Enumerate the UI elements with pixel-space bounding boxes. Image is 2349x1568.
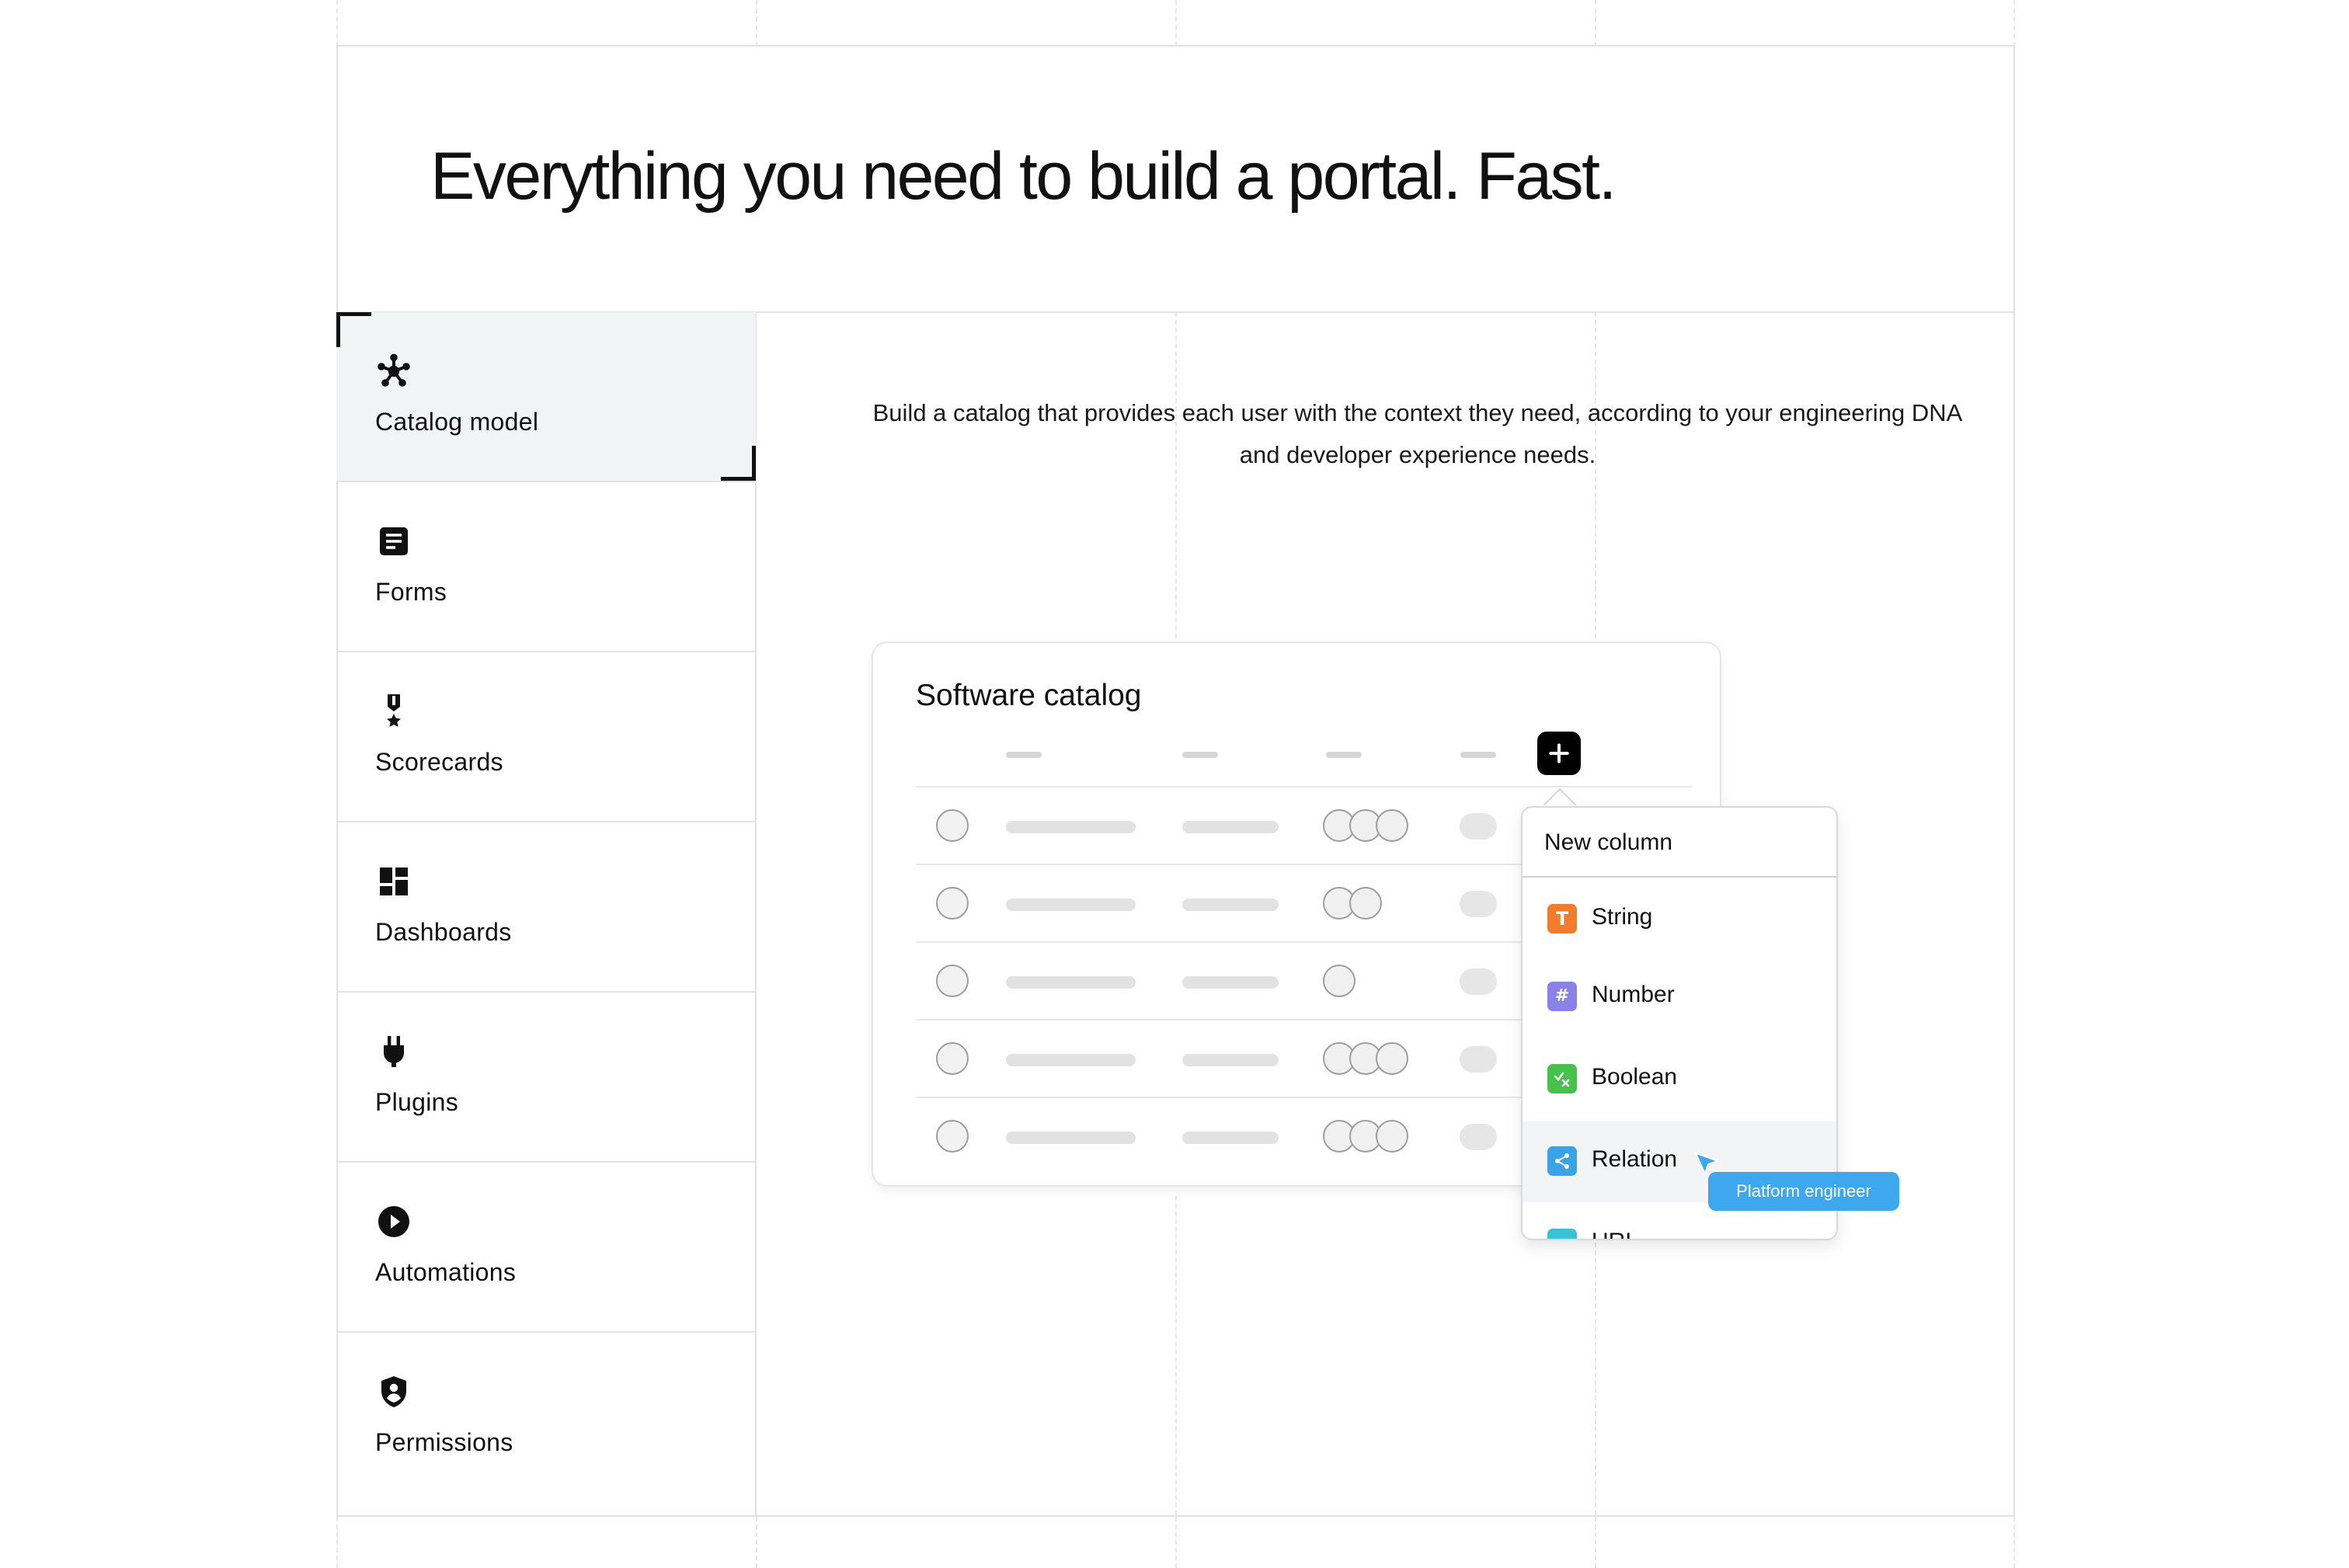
row-select-circle[interactable]: [936, 887, 969, 920]
grid-line: [2013, 1517, 2015, 1568]
column-header-placeholder: [1006, 752, 1042, 758]
cell-placeholder: [1182, 1132, 1279, 1144]
sidebar-item-scorecards[interactable]: Scorecards: [336, 652, 756, 822]
page-title: Everything you need to build a portal. F…: [430, 139, 1616, 214]
share-icon: [1547, 1146, 1577, 1176]
sidebar-item-plugins[interactable]: Plugins: [336, 993, 756, 1163]
grid-line: [1595, 0, 1596, 47]
column-type-number[interactable]: # Number: [1522, 957, 1836, 1038]
column-type-label: String: [1592, 904, 1653, 930]
add-column-button[interactable]: [1537, 732, 1581, 775]
column-type-boolean[interactable]: Boolean: [1522, 1039, 1836, 1120]
dropdown-header: New column: [1522, 808, 1836, 878]
grid-line: [2013, 0, 2015, 47]
grid-line: [1595, 1243, 1596, 1515]
grid-line: [2013, 45, 2015, 1517]
sidebar-item-label: Automations: [375, 1258, 517, 1286]
avatar: [1376, 809, 1408, 842]
sidebar-item-label: Catalog model: [375, 408, 539, 436]
avatar: [1376, 1120, 1408, 1153]
grid-line: [756, 0, 757, 47]
column-type-label: Boolean: [1592, 1064, 1678, 1090]
catalog-title: Software catalog: [916, 679, 1142, 712]
grid-line: [756, 1517, 757, 1568]
sidebar-item-label: Dashboards: [375, 918, 512, 946]
cell-placeholder: [1182, 1054, 1279, 1066]
play-circle-icon: [375, 1203, 412, 1240]
cell-placeholder: [1182, 899, 1279, 911]
column-type-label: Relation: [1592, 1146, 1678, 1172]
grid-line: [1175, 0, 1177, 47]
network-icon: [375, 353, 412, 390]
row-select-circle[interactable]: [936, 809, 969, 842]
sidebar-item-label: Scorecards: [375, 748, 503, 776]
sidebar-item-catalog-model[interactable]: Catalog model: [336, 312, 756, 482]
sidebar-item-permissions[interactable]: Permissions: [336, 1333, 756, 1503]
row-select-circle[interactable]: [936, 1120, 969, 1153]
status-pill: [1460, 891, 1497, 917]
dropdown-title: New column: [1544, 829, 1673, 855]
grid-line: [336, 45, 2015, 47]
grid-line: [1175, 1196, 1177, 1515]
boolean-check-icon: [1547, 1064, 1577, 1093]
status-pill: [1460, 1046, 1497, 1073]
hash-icon: #: [1547, 982, 1577, 1011]
column-type-label: Number: [1592, 982, 1675, 1007]
plus-icon: [1549, 743, 1569, 763]
cell-placeholder: [1006, 899, 1136, 911]
column-header-placeholder: [1460, 752, 1496, 758]
cell-placeholder: [1182, 821, 1279, 833]
cell-placeholder: [1182, 976, 1279, 989]
grid-line: [336, 0, 338, 47]
avatar: [1376, 1042, 1408, 1075]
avatar: [1349, 887, 1382, 920]
status-pill: [1460, 813, 1497, 840]
row-select-circle[interactable]: [936, 965, 969, 997]
sidebar-item-automations[interactable]: Automations: [336, 1163, 756, 1333]
active-corner-marker: [721, 446, 756, 481]
cell-placeholder: [1006, 1054, 1136, 1066]
column-type-string[interactable]: T String: [1522, 879, 1836, 960]
sidebar-item-forms[interactable]: Forms: [336, 482, 756, 652]
cell-placeholder: [1006, 976, 1136, 989]
sidebar-item-dashboards[interactable]: Dashboards: [336, 822, 756, 993]
column-type-label: URL: [1592, 1229, 1638, 1239]
feature-sidebar: Catalog model Forms Scorecards Dashboard…: [336, 312, 756, 1503]
feature-description: Build a catalog that provides each user …: [872, 399, 1963, 468]
sidebar-item-label: Plugins: [375, 1088, 459, 1116]
shield-user-icon: [375, 1373, 412, 1410]
cell-placeholder: [1006, 821, 1136, 833]
active-corner-marker: [336, 312, 371, 347]
document-icon: [375, 523, 412, 560]
cell-placeholder: [1006, 1132, 1136, 1144]
grid-line: [336, 1517, 338, 1568]
status-pill: [1460, 1124, 1497, 1150]
status-pill: [1460, 968, 1497, 995]
dashboard-icon: [375, 863, 412, 900]
link-icon: [1547, 1229, 1577, 1239]
cursor-name-tag: Platform engineer: [1708, 1172, 1899, 1211]
column-header-placeholder: [1182, 752, 1218, 758]
sidebar-item-label: Permissions: [375, 1428, 513, 1456]
avatar: [1323, 965, 1355, 997]
text-type-icon: T: [1547, 904, 1577, 933]
column-header-placeholder: [1326, 752, 1362, 758]
grid-line: [1595, 1517, 1596, 1568]
sidebar-item-label: Forms: [375, 578, 447, 606]
plug-icon: [375, 1033, 412, 1070]
row-select-circle[interactable]: [936, 1042, 969, 1075]
medal-icon: [375, 693, 412, 730]
grid-line: [1175, 1517, 1177, 1568]
